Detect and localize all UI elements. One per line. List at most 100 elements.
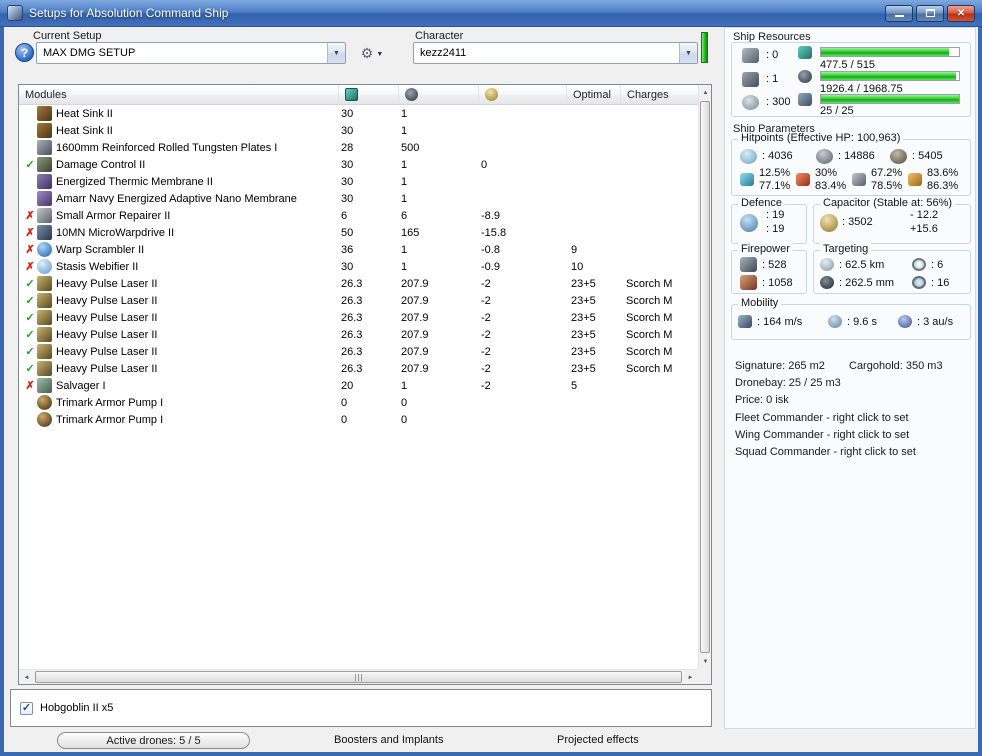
chevron-down-icon[interactable]: [327, 43, 345, 63]
character-combobox[interactable]: kezz2411: [413, 42, 698, 64]
module-row[interactable]: ✓ Damage Control II 30 1 0: [19, 156, 698, 173]
cell-optimal: 23+5: [571, 294, 596, 307]
vertical-scroll-thumb[interactable]: [700, 101, 710, 653]
column-capacitor[interactable]: [479, 85, 567, 104]
fleet-commander-setter[interactable]: Fleet Commander - right click to set: [735, 412, 909, 424]
cell-capacitor: -2: [481, 294, 491, 307]
vertical-scrollbar[interactable]: [698, 85, 711, 669]
pulse-laser-icon: [37, 293, 52, 308]
shield-hp-value: : 4036: [762, 150, 793, 162]
dronebay-text: Dronebay: 25 / 25 m3: [735, 377, 841, 389]
module-row[interactable]: Trimark Armor Pump I 0 0: [19, 394, 698, 411]
horizontal-scrollbar[interactable]: [19, 669, 698, 684]
thermal-resist-top: 30%: [815, 167, 838, 179]
powergrid-bar: [820, 71, 960, 81]
capacitor-icon: [820, 214, 838, 232]
question-icon: ?: [20, 45, 29, 60]
drone-checkbox[interactable]: ✓: [20, 701, 33, 715]
module-row[interactable]: ✓ Heavy Pulse Laser II 26.3 207.9 -2 23+…: [19, 360, 698, 377]
em-resistance-icon: [740, 173, 754, 186]
cell-capacitor: -2: [481, 277, 491, 290]
cell-cpu: 26.3: [341, 328, 363, 341]
cell-capacitor: -2: [481, 311, 491, 324]
module-status-icon: ✗: [25, 244, 35, 256]
module-row[interactable]: ✗ Small Armor Repairer II 6 6 -8.9: [19, 207, 698, 224]
hull-hp-value: : 5405: [912, 150, 943, 162]
module-row[interactable]: Amarr Navy Energized Adaptive Nano Membr…: [19, 190, 698, 207]
module-row[interactable]: Heat Sink II 30 1: [19, 105, 698, 122]
module-row[interactable]: ✗ 10MN MicroWarpdrive II 50 165 -15.8: [19, 224, 698, 241]
cell-cpu: 26.3: [341, 345, 363, 358]
adaptive-membrane-icon: [37, 191, 52, 206]
setup-combobox[interactable]: MAX DMG SETUP: [36, 42, 346, 64]
close-button[interactable]: [947, 4, 975, 22]
cell-cpu: 30: [341, 192, 354, 205]
squad-commander-setter[interactable]: Squad Commander - right click to set: [735, 446, 916, 458]
module-row[interactable]: ✓ Heavy Pulse Laser II 26.3 207.9 -2 23+…: [19, 309, 698, 326]
scroll-right-button[interactable]: [683, 670, 698, 685]
defence-box: Defence : 19 : 19: [731, 197, 807, 244]
close-icon: [957, 7, 965, 19]
module-cell: Trimark Armor Pump I: [19, 412, 339, 427]
chevron-down-icon[interactable]: [679, 43, 697, 63]
module-cell: Energized Thermic Membrane II: [19, 174, 339, 189]
cell-powergrid: 0: [401, 413, 408, 426]
column-modules[interactable]: Modules: [19, 85, 339, 104]
stasis-webifier-icon: [37, 259, 52, 274]
cell-capacitor: -2: [481, 362, 491, 375]
column-charges[interactable]: Charges: [621, 85, 698, 104]
module-row[interactable]: ✓ Heavy Pulse Laser II 26.3 207.9 -2 23+…: [19, 326, 698, 343]
signature-text: Signature: 265 m2: [735, 360, 825, 372]
capacitor-usage: - 12.2: [910, 209, 939, 221]
column-cpu[interactable]: [339, 85, 399, 104]
scroll-up-button[interactable]: [699, 85, 712, 100]
title-bar[interactable]: Setups for Absolution Command Ship: [0, 0, 982, 27]
cell-optimal: 9: [571, 243, 578, 256]
module-row[interactable]: 1600mm Reinforced Rolled Tungsten Plates…: [19, 139, 698, 156]
maximize-icon: [925, 9, 935, 17]
scroll-left-button[interactable]: [19, 670, 34, 685]
cell-powergrid: 1: [401, 260, 408, 273]
projected-effects-header[interactable]: Projected effects: [557, 734, 639, 746]
mobility-box: Mobility : 164 m/s : 9.6 s : 3 au/s: [731, 297, 971, 340]
module-status-icon: ✓: [25, 159, 35, 171]
dronebay-value: 25 / 25: [820, 105, 854, 117]
cell-optimal: 10: [571, 260, 584, 273]
module-row[interactable]: ✓ Heavy Pulse Laser II 26.3 207.9 -2 23+…: [19, 275, 698, 292]
drone-item-label[interactable]: Hobgoblin II x5: [40, 702, 113, 714]
module-row[interactable]: ✗ Stasis Webifier II 30 1 -0.9 10: [19, 258, 698, 275]
max-targets-value: : 6: [931, 259, 944, 271]
module-cell: Amarr Navy Energized Adaptive Nano Membr…: [19, 191, 339, 206]
cell-optimal: 23+5: [571, 362, 596, 375]
defence-value-2: : 19: [766, 223, 785, 235]
boosters-implants-header[interactable]: Boosters and Implants: [334, 734, 443, 746]
scroll-down-button[interactable]: [699, 654, 712, 669]
module-row[interactable]: Trimark Armor Pump I 0 0: [19, 411, 698, 428]
column-powergrid[interactable]: [399, 85, 479, 104]
hitpoints-box: Hitpoints (Effective HP: 100,963) : 4036…: [731, 132, 971, 196]
module-row[interactable]: ✗ Salvager I 20 1 -2 5: [19, 377, 698, 394]
module-row[interactable]: Heat Sink II 30 1: [19, 122, 698, 139]
minimize-button[interactable]: [885, 4, 913, 22]
module-row[interactable]: ✓ Heavy Pulse Laser II 26.3 207.9 -2 23+…: [19, 292, 698, 309]
module-status-icon: ✓: [25, 363, 35, 375]
module-name: Warp Scrambler II: [56, 243, 145, 256]
module-row[interactable]: ✓ Heavy Pulse Laser II 26.3 207.9 -2 23+…: [19, 343, 698, 360]
help-button[interactable]: ?: [15, 43, 34, 62]
maximize-button[interactable]: [916, 4, 944, 22]
module-row[interactable]: Energized Thermic Membrane II 30 1: [19, 173, 698, 190]
active-drones-header[interactable]: Active drones: 5 / 5: [57, 732, 250, 749]
cell-powergrid: 0: [401, 396, 408, 409]
cell-cpu: 26.3: [341, 311, 363, 324]
cell-charges: Scorch M: [626, 328, 673, 341]
setup-tools-button[interactable]: [352, 43, 392, 63]
module-row[interactable]: ✗ Warp Scrambler II 36 1 -0.8 9: [19, 241, 698, 258]
column-optimal[interactable]: Optimal: [567, 85, 621, 104]
em-resist-top: 12.5%: [759, 167, 791, 179]
microwarpdrive-icon: [37, 225, 52, 240]
window-title: Setups for Absolution Command Ship: [29, 6, 229, 20]
cell-optimal: 23+5: [571, 277, 596, 290]
wing-commander-setter[interactable]: Wing Commander - right click to set: [735, 429, 909, 441]
horizontal-scroll-thumb[interactable]: [35, 671, 682, 683]
cell-cpu: 6: [341, 209, 348, 222]
